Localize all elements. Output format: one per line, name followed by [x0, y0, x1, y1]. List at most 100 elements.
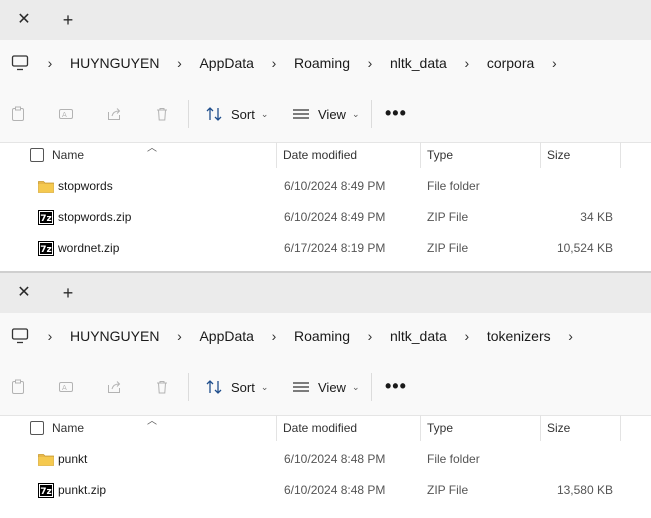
column-divider[interactable]	[420, 415, 421, 441]
more-options-button[interactable]: •••	[385, 103, 407, 124]
breadcrumb-item[interactable]: corpora	[481, 55, 540, 71]
chevron-right-icon[interactable]: ›	[557, 328, 585, 344]
breadcrumb-item[interactable]: HUYNGUYEN	[64, 328, 165, 344]
breadcrumb: › HUYNGUYEN › AppData › Roaming › nltk_d…	[36, 40, 568, 86]
chevron-down-icon: ⌄	[351, 108, 360, 119]
svg-text:7z: 7z	[40, 214, 52, 224]
toolbar-divider	[371, 373, 372, 401]
breadcrumb-item[interactable]: tokenizers	[481, 328, 557, 344]
column-size[interactable]: Size	[547, 142, 570, 168]
file-date: 6/10/2024 8:49 PM	[284, 210, 386, 224]
file-type: ZIP File	[427, 210, 469, 224]
close-icon[interactable]: ✕	[14, 10, 34, 30]
chevron-right-icon[interactable]: ›	[165, 55, 193, 71]
paste-icon[interactable]	[10, 106, 26, 122]
column-divider[interactable]	[276, 415, 277, 441]
delete-icon[interactable]	[154, 106, 170, 122]
breadcrumb-item[interactable]: Roaming	[288, 328, 356, 344]
sort-ascending-icon: ︿	[147, 143, 157, 154]
plus-icon[interactable]: +	[57, 10, 79, 30]
file-date: 6/10/2024 8:48 PM	[284, 483, 386, 497]
column-divider[interactable]	[540, 142, 541, 168]
folder-icon	[38, 454, 54, 466]
select-all-checkbox[interactable]	[30, 421, 44, 435]
file-name: wordnet.zip	[58, 241, 120, 255]
file-row[interactable]: 7z punkt.zip 6/10/2024 8:48 PM ZIP File …	[0, 475, 651, 506]
view-label: View	[318, 106, 346, 122]
column-type[interactable]: Type	[427, 415, 453, 441]
breadcrumb-item[interactable]: AppData	[193, 328, 259, 344]
column-name[interactable]: Name	[52, 415, 84, 441]
share-icon[interactable]	[106, 106, 122, 122]
rename-icon[interactable]: A	[58, 106, 74, 122]
chevron-down-icon: ⌄	[260, 381, 269, 392]
computer-icon[interactable]	[11, 54, 29, 72]
file-size: 34 KB	[580, 210, 613, 224]
column-type[interactable]: Type	[427, 142, 453, 168]
close-icon[interactable]: ✕	[14, 283, 34, 303]
plus-icon[interactable]: +	[57, 283, 79, 303]
column-divider[interactable]	[420, 142, 421, 168]
explorer-window-tokenizers: ✕ + › HUYNGUYEN › AppData › Roaming › nl…	[0, 273, 651, 518]
file-type: File folder	[427, 452, 480, 466]
chevron-down-icon: ⌄	[351, 381, 360, 392]
svg-text:7z: 7z	[40, 487, 52, 497]
column-date-modified[interactable]: Date modified	[283, 142, 357, 168]
file-row[interactable]: stopwords 6/10/2024 8:49 PM File folder	[0, 171, 651, 202]
paste-icon[interactable]	[10, 379, 26, 395]
sort-icon	[206, 107, 222, 121]
chevron-right-icon[interactable]: ›	[165, 328, 193, 344]
column-divider[interactable]	[620, 142, 621, 168]
column-divider[interactable]	[540, 415, 541, 441]
column-divider[interactable]	[620, 415, 621, 441]
chevron-right-icon[interactable]: ›	[260, 328, 288, 344]
sort-label: Sort	[231, 106, 255, 122]
computer-icon[interactable]	[11, 327, 29, 345]
address-bar[interactable]: › HUYNGUYEN › AppData › Roaming › nltk_d…	[0, 40, 651, 86]
select-all-checkbox[interactable]	[30, 148, 44, 162]
chevron-right-icon[interactable]: ›	[36, 55, 64, 71]
file-name: stopwords	[58, 179, 113, 193]
chevron-right-icon[interactable]: ›	[453, 55, 481, 71]
explorer-window-corpora: ✕ + › HUYNGUYEN › AppData › Roaming › nl…	[0, 0, 651, 272]
sort-label: Sort	[231, 379, 255, 395]
sort-button[interactable]: Sort ⌄	[205, 104, 268, 124]
sort-button[interactable]: Sort ⌄	[205, 377, 268, 397]
file-date: 6/17/2024 8:19 PM	[284, 241, 386, 255]
tab-bar: ✕ +	[0, 0, 651, 40]
file-row[interactable]: 7z stopwords.zip 6/10/2024 8:49 PM ZIP F…	[0, 202, 651, 233]
sort-icon	[206, 380, 222, 394]
file-date: 6/10/2024 8:48 PM	[284, 452, 386, 466]
chevron-right-icon[interactable]: ›	[540, 55, 568, 71]
view-button[interactable]: View ⌄	[292, 377, 360, 397]
column-size[interactable]: Size	[547, 415, 570, 441]
column-header: ︿ Name Date modified Type Size	[0, 142, 651, 168]
breadcrumb-item[interactable]: HUYNGUYEN	[64, 55, 165, 71]
chevron-right-icon[interactable]: ›	[260, 55, 288, 71]
column-date-modified[interactable]: Date modified	[283, 415, 357, 441]
7z-archive-icon: 7z	[38, 241, 54, 256]
breadcrumb-item[interactable]: nltk_data	[384, 328, 453, 344]
delete-icon[interactable]	[154, 379, 170, 395]
view-icon	[293, 382, 309, 392]
address-bar[interactable]: › HUYNGUYEN › AppData › Roaming › nltk_d…	[0, 313, 651, 359]
chevron-right-icon[interactable]: ›	[356, 55, 384, 71]
breadcrumb-item[interactable]: nltk_data	[384, 55, 453, 71]
7z-archive-icon: 7z	[38, 210, 54, 225]
column-name[interactable]: Name	[52, 142, 84, 168]
more-options-button[interactable]: •••	[385, 376, 407, 397]
breadcrumb-item[interactable]: Roaming	[288, 55, 356, 71]
chevron-right-icon[interactable]: ›	[453, 328, 481, 344]
chevron-right-icon[interactable]: ›	[36, 328, 64, 344]
breadcrumb-item[interactable]: AppData	[193, 55, 259, 71]
rename-icon[interactable]: A	[58, 379, 74, 395]
share-icon[interactable]	[106, 379, 122, 395]
column-divider[interactable]	[276, 142, 277, 168]
file-row[interactable]: 7z wordnet.zip 6/17/2024 8:19 PM ZIP Fil…	[0, 233, 651, 264]
chevron-right-icon[interactable]: ›	[356, 328, 384, 344]
column-header: ︿ Name Date modified Type Size	[0, 415, 651, 441]
file-size: 10,524 KB	[556, 241, 613, 255]
file-name: stopwords.zip	[58, 210, 132, 224]
file-row[interactable]: punkt 6/10/2024 8:48 PM File folder	[0, 444, 651, 475]
view-button[interactable]: View ⌄	[292, 104, 360, 124]
